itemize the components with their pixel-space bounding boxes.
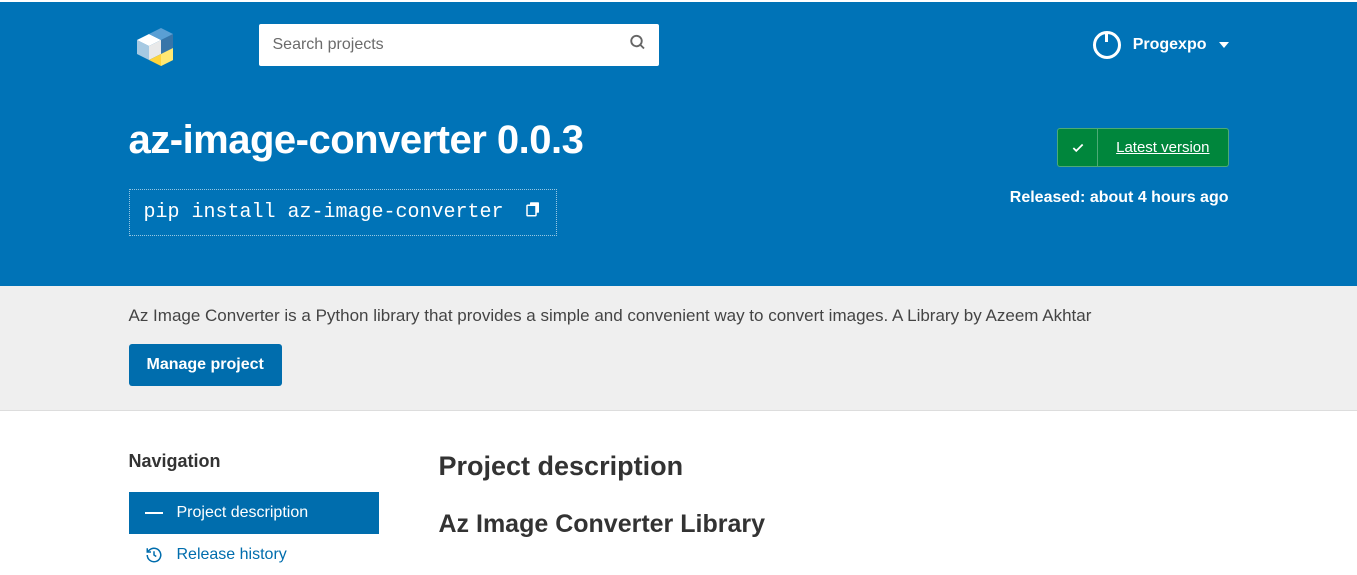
nav-project-description[interactable]: Project description xyxy=(129,492,379,534)
library-title: Az Image Converter Library xyxy=(439,510,1229,539)
power-icon xyxy=(1093,31,1121,59)
badge-label: Latest version xyxy=(1098,129,1227,166)
section-title: Project description xyxy=(439,451,1229,482)
nav-release-history[interactable]: Release history xyxy=(129,534,379,575)
pip-install-box: pip install az-image-converter xyxy=(129,189,557,236)
user-menu[interactable]: Progexpo xyxy=(1093,31,1229,59)
history-icon xyxy=(145,546,163,564)
check-icon xyxy=(1058,129,1098,166)
package-title: az-image-converter 0.0.3 xyxy=(129,118,584,163)
search-icon[interactable] xyxy=(629,34,647,57)
nav-heading: Navigation xyxy=(129,451,379,472)
copy-icon[interactable] xyxy=(524,200,542,225)
search-input[interactable] xyxy=(259,24,659,66)
list-icon xyxy=(145,510,163,516)
pypi-logo[interactable] xyxy=(129,20,189,70)
nav-item-label: Release history xyxy=(177,546,287,564)
pip-command: pip install az-image-converter xyxy=(144,201,504,224)
nav-item-label: Project description xyxy=(177,504,309,522)
package-summary: Az Image Converter is a Python library t… xyxy=(129,306,1229,326)
latest-version-badge[interactable]: Latest version xyxy=(1057,128,1228,167)
chevron-down-icon xyxy=(1219,42,1229,48)
username: Progexpo xyxy=(1133,36,1207,54)
manage-project-button[interactable]: Manage project xyxy=(129,344,282,386)
search-wrap xyxy=(259,24,659,66)
released-text: Released: about 4 hours ago xyxy=(1010,189,1229,207)
